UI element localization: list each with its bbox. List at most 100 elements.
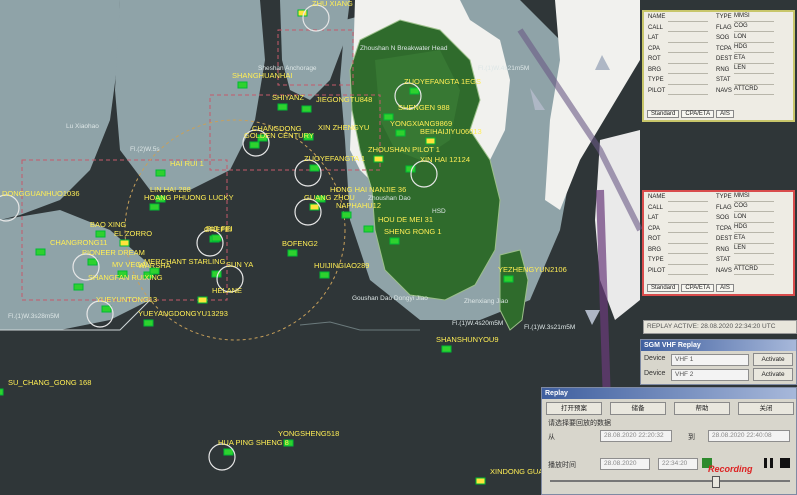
vessel-marker[interactable] (409, 87, 420, 95)
vessel-marker[interactable] (211, 234, 222, 242)
info-tab[interactable]: CPA/ETA (681, 284, 715, 292)
info-value (668, 86, 708, 96)
vessel-marker[interactable] (363, 225, 374, 233)
light-characteristic-label: Fl.(1)W.3s21m5M (524, 324, 575, 331)
vessel-marker[interactable] (277, 103, 288, 111)
timeline-slider[interactable] (550, 480, 790, 482)
vessel-marker[interactable] (309, 164, 320, 172)
info-tabs[interactable]: Standard CPA/ETA AIS (647, 110, 734, 118)
info-key: NAME (648, 14, 666, 21)
activate-button-1[interactable]: Activate (753, 353, 793, 366)
vessel-marker[interactable] (503, 275, 514, 283)
vessel-marker[interactable] (341, 211, 352, 219)
vessel-label: XIN ZHENGYU (318, 123, 369, 132)
vessel-marker[interactable] (95, 230, 106, 238)
vessel-label: XIN HAI 12124 (420, 155, 470, 164)
info-tab[interactable]: Standard (647, 284, 680, 292)
vessel-marker[interactable] (35, 248, 46, 256)
info-row: BRG RNG LEN (644, 245, 793, 256)
vessel-marker[interactable] (249, 141, 260, 149)
vessel-marker[interactable] (119, 239, 130, 247)
info-tab[interactable]: CPA/ETA (681, 110, 715, 118)
activate-button-2[interactable]: Activate (753, 368, 793, 381)
vessel-marker[interactable] (395, 129, 406, 137)
vessel-marker[interactable] (73, 283, 84, 291)
info-tab[interactable]: AIS (716, 110, 734, 118)
save-button[interactable]: 储备 (610, 402, 666, 415)
vessel-marker[interactable] (101, 305, 112, 313)
vessel-marker[interactable] (425, 137, 436, 145)
place-label: Goushan Dao Dongyi Jiao (352, 295, 428, 302)
info-value: LON (734, 34, 774, 43)
info-value: ATTCRD (734, 266, 774, 276)
device-select-1[interactable]: VHF 1 (671, 354, 749, 366)
info-row: PILOT NAVS ATTCRD (644, 86, 793, 97)
close-button[interactable]: 关闭 (738, 402, 794, 415)
info-value: HDG (734, 44, 774, 54)
vessel-label: SHANGFAN RUIXING (88, 273, 163, 282)
vessel-marker[interactable] (373, 155, 384, 163)
info-value (668, 203, 708, 213)
place-label: Zhenxiang Jiao (464, 298, 508, 305)
recording-indicator: Recording (708, 464, 753, 474)
stop-icon[interactable] (780, 458, 790, 468)
info-value (668, 65, 708, 75)
vessel-label: YUEYUNTONG13 (96, 295, 157, 304)
info-key: TCPA (716, 225, 732, 232)
info-key: DEST (716, 56, 733, 63)
vessel-label: PIG FEI (206, 224, 233, 233)
info-key: RNG (716, 66, 730, 73)
time-field[interactable]: 22:34:20 (658, 458, 698, 470)
info-value (668, 23, 708, 33)
vessel-marker[interactable] (237, 81, 248, 89)
vessel-marker[interactable] (87, 258, 98, 266)
vessel-marker[interactable] (149, 203, 160, 211)
timeline-handle[interactable] (712, 476, 720, 488)
info-tabs[interactable]: Standard CPA/ETA AIS (647, 284, 734, 292)
vessel-marker[interactable] (223, 448, 234, 456)
info-key: TCPA (716, 45, 732, 52)
vessel-marker[interactable] (309, 203, 320, 211)
vessel-label: SHENGEN 988 (398, 103, 450, 112)
info-value (668, 224, 708, 234)
vessel-label: GOLDEN CENTURY (244, 131, 314, 140)
vessel-label: SHENG RONG 1 (384, 227, 442, 236)
info-row: CALL FLAG COG (644, 23, 793, 34)
replay-window[interactable]: Replay 打开预案 储备 帮助 关闭 请选择要回放的数据 从 28.08.2… (541, 387, 797, 495)
vessel-info-panel-mid[interactable]: NAME TYPE MMSI CALL FLAG COG LAT SOG LON CPA TCPA H… (642, 190, 795, 296)
help-button[interactable]: 帮助 (674, 402, 730, 415)
vessel-label: HUA PING SHENG 8 (218, 438, 289, 447)
date-field[interactable]: 28.08.2020 (600, 458, 650, 470)
vessel-label: HELANE (212, 286, 242, 295)
to-field[interactable]: 28.08.2020 22:40:08 (708, 430, 790, 442)
vessel-marker[interactable] (143, 319, 154, 327)
pause-icon[interactable] (764, 458, 773, 468)
vessel-marker[interactable] (287, 249, 298, 257)
vessel-marker[interactable] (155, 169, 166, 177)
info-value: HDG (734, 224, 774, 234)
info-row: LAT SOG LON (644, 213, 793, 224)
vessel-marker[interactable] (319, 271, 330, 279)
vessel-marker[interactable] (441, 345, 452, 353)
vessel-label: JIEGONGTU848 (316, 95, 372, 104)
vhf-replay-window[interactable]: SGM VHF Replay Device VHF 1 Activate Dev… (640, 339, 797, 385)
vessel-marker[interactable] (475, 477, 486, 485)
from-field[interactable]: 28.08.2020 22:20:32 (600, 430, 672, 442)
info-key: CALL (648, 204, 664, 211)
range-label: 请选择要回放的数据 (548, 420, 611, 427)
info-tab[interactable]: AIS (716, 284, 734, 292)
vessel-label: SHANGHUANHAI (232, 71, 292, 80)
vessel-marker[interactable] (389, 237, 400, 245)
info-tab[interactable]: Standard (647, 110, 680, 118)
vessel-marker[interactable] (0, 388, 4, 396)
vessel-label: CHANGRONG11 (50, 238, 107, 247)
device-select-2[interactable]: VHF 2 (671, 369, 749, 381)
vhf-window-title: SGM VHF Replay (641, 340, 796, 351)
vessel-marker[interactable] (301, 105, 312, 113)
vessel-marker[interactable] (197, 296, 208, 304)
open-plan-button[interactable]: 打开预案 (546, 402, 602, 415)
info-key: STAT (716, 257, 731, 264)
place-label: Zhoushan N Breakwater Head (360, 45, 448, 52)
vessel-info-panel-top[interactable]: NAME TYPE MMSI CALL FLAG COG LAT SOG LON CPA TCPA H… (642, 10, 795, 122)
info-row: PILOT NAVS ATTCRD (644, 266, 793, 277)
